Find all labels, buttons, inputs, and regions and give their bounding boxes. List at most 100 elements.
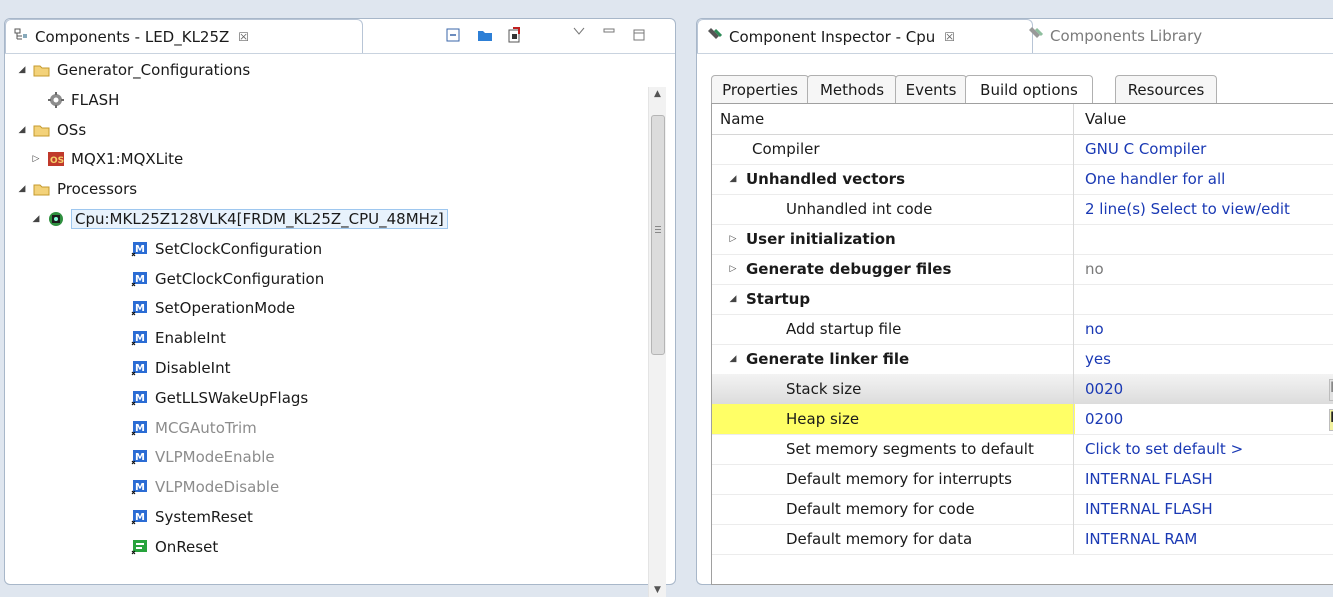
tree-scrollbar[interactable]: ▲ ▼ [648, 87, 666, 597]
property-value[interactable]: 0020 [1075, 374, 1333, 404]
property-value[interactable] [1075, 224, 1333, 254]
property-value[interactable]: One handler for all [1075, 164, 1333, 194]
property-name: Unhandled int code [712, 194, 1074, 224]
property-name: ▷ Generate debugger files [712, 254, 1074, 284]
tree-item[interactable]: M SystemReset [131, 502, 253, 532]
collapse-all-icon[interactable] [445, 27, 461, 43]
subtab-events[interactable]: Events [895, 75, 967, 103]
tree-item[interactable]: M MCGAutoTrim [131, 413, 257, 443]
subtab-build-options[interactable]: Build options [965, 75, 1093, 104]
collapse-icon[interactable]: ◢ [726, 354, 740, 364]
tree-item[interactable]: M VLPModeEnable [131, 442, 275, 472]
property-name-text: Unhandled int code [786, 200, 933, 218]
tree-item[interactable]: M DisableInt [131, 353, 230, 383]
tree-item-label: SetOperationMode [155, 299, 296, 318]
tree-item[interactable]: M EnableInt [131, 323, 226, 353]
property-row[interactable]: Compiler GNU C Compiler [712, 134, 1333, 165]
property-value[interactable]: 0200 [1075, 404, 1333, 434]
property-row[interactable]: ▷ Generate debugger files no [712, 254, 1333, 285]
tree-item[interactable]: M GetLLSWakeUpFlags [131, 383, 308, 413]
tree-item-label: GetLLSWakeUpFlags [155, 388, 309, 407]
tree-item[interactable]: M SetClockConfiguration [131, 234, 322, 264]
library-icon [1027, 26, 1045, 46]
minimize-icon[interactable] [601, 23, 617, 39]
tree-item[interactable]: ◢ Cpu:MKL25Z128VLK4[FRDM_KL25Z_CPU_48MHz] [31, 204, 448, 234]
tree-item[interactable]: M VLPModeDisable [131, 472, 279, 502]
tree-item[interactable]: M SetOperationMode [131, 293, 295, 323]
property-row[interactable]: Add startup file no [712, 314, 1333, 345]
tree-item[interactable]: ▷ OS MQX1:MQXLite [31, 144, 184, 174]
property-row[interactable]: ▷ User initialization [712, 224, 1333, 255]
property-value[interactable]: yes [1075, 344, 1333, 374]
folder-toolbar-icon[interactable] [477, 27, 493, 43]
property-row[interactable]: Default memory for data INTERNAL RAM [712, 524, 1333, 555]
folder-icon [33, 62, 51, 78]
tree-item[interactable]: FLASH [31, 85, 119, 115]
tree-item-label: VLPModeEnable [155, 448, 275, 467]
inspector-view: Component Inspector - Cpu ☒ Components L… [696, 18, 1333, 585]
property-name-text: Heap size [786, 410, 860, 428]
property-row[interactable]: Stack size 0020H [712, 374, 1333, 405]
property-row[interactable]: ◢ Unhandled vectors One handler for all [712, 164, 1333, 195]
property-value[interactable]: no [1075, 254, 1333, 284]
property-value[interactable]: INTERNAL FLASH [1075, 464, 1333, 494]
hex-button[interactable]: H [1329, 409, 1333, 431]
expand-icon[interactable]: ▷ [31, 154, 41, 164]
property-row[interactable]: Set memory segments to default Click to s… [712, 434, 1333, 465]
property-name: Add startup file [712, 314, 1074, 344]
tab-component-inspector[interactable]: Component Inspector - Cpu ☒ [697, 19, 1033, 53]
subtab-properties[interactable]: Properties [711, 75, 809, 103]
view-menu-icon[interactable] [571, 23, 587, 39]
components-view-icon [14, 28, 30, 46]
export-icon[interactable] [507, 27, 523, 43]
property-row[interactable]: ◢ Generate linker file yes [712, 344, 1333, 375]
property-value[interactable]: INTERNAL FLASH [1075, 494, 1333, 524]
property-value[interactable]: GNU C Compiler [1075, 134, 1333, 164]
svg-text:M: M [135, 393, 145, 404]
scroll-thumb[interactable] [651, 115, 665, 355]
tree-item[interactable]: ◢ Generator_Configurations [17, 55, 251, 85]
property-value[interactable]: 2 line(s) Select to view/edit [1075, 194, 1333, 224]
property-value[interactable] [1075, 284, 1333, 314]
tree-item[interactable]: OnReset [131, 532, 218, 562]
tree-item-label: MCGAutoTrim [155, 418, 257, 437]
property-row[interactable]: Default memory for interrupts INTERNAL FL… [712, 464, 1333, 495]
subtab-methods[interactable]: Methods [807, 75, 897, 103]
maximize-icon[interactable] [631, 27, 647, 43]
close-icon[interactable]: ☒ [944, 30, 955, 44]
property-value[interactable]: INTERNAL RAM [1075, 524, 1333, 554]
property-name-text: Default memory for code [786, 500, 975, 518]
property-value[interactable]: no [1075, 314, 1333, 344]
expand-icon[interactable]: ▷ [726, 264, 740, 274]
subtab-resources[interactable]: Resources [1115, 75, 1217, 103]
property-name: ◢ Startup [712, 284, 1074, 314]
tab-components-library[interactable]: Components Library [1019, 19, 1210, 52]
collapse-icon[interactable]: ◢ [17, 184, 27, 194]
close-icon[interactable]: ☒ [238, 30, 249, 44]
value-column-header[interactable]: Value [1075, 104, 1333, 134]
collapse-icon[interactable]: ◢ [726, 294, 740, 304]
tree-item-label: Processors [57, 180, 138, 199]
tree-item[interactable]: ◢ OSs [17, 115, 87, 145]
hex-button[interactable]: H [1329, 379, 1333, 401]
name-column-header[interactable]: Name [712, 104, 1074, 134]
tree-item[interactable]: M GetClockConfiguration [131, 264, 324, 294]
property-name-text: Generate linker file [746, 350, 910, 368]
inspector-tab-label: Component Inspector - Cpu [729, 27, 936, 46]
properties-grid: Name Value Compiler GNU C Compiler ◢ Unhand… [711, 103, 1333, 585]
property-row[interactable]: Heap size 0200H [712, 404, 1333, 435]
collapse-icon[interactable]: ◢ [17, 65, 27, 75]
inspector-tabbar: Component Inspector - Cpu ☒ Components L… [697, 19, 1333, 54]
scroll-up-icon[interactable]: ▲ [649, 89, 666, 99]
property-row[interactable]: ◢ Startup [712, 284, 1333, 315]
collapse-icon[interactable]: ◢ [31, 214, 41, 224]
collapse-icon[interactable]: ◢ [726, 174, 740, 184]
method-icon: M [131, 330, 149, 346]
property-row[interactable]: Default memory for code INTERNAL FLASH [712, 494, 1333, 525]
property-value[interactable]: Click to set default > [1075, 434, 1333, 464]
expand-icon[interactable]: ▷ [726, 234, 740, 244]
property-row[interactable]: Unhandled int code 2 line(s) Select to vi… [712, 194, 1333, 225]
tree-item[interactable]: ◢ Processors [17, 174, 138, 204]
collapse-icon[interactable]: ◢ [17, 125, 27, 135]
tab-components[interactable]: Components - LED_KL25Z ☒ [5, 19, 363, 53]
